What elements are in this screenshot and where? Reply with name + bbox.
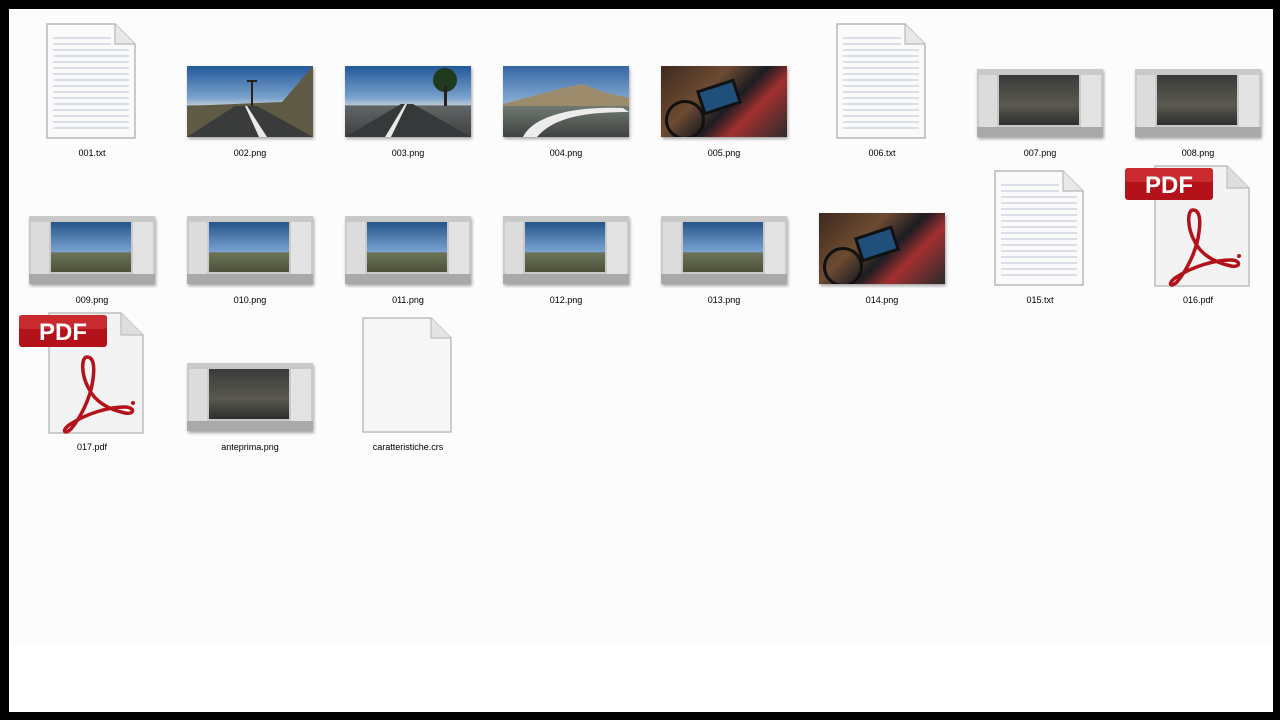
editor-screenshot-thumbnail: [661, 216, 787, 284]
file-name: 010.png: [233, 295, 267, 305]
bike-trainer-photo-thumbnail: [661, 66, 787, 137]
file-name: anteprima.png: [221, 442, 279, 452]
file-name: 002.png: [233, 148, 267, 158]
file-item-008-png[interactable]: 008.png: [1123, 15, 1273, 158]
pdf-badge-text: PDF: [39, 319, 87, 346]
editor-screenshot-thumbnail: [977, 69, 1103, 137]
file-item-009-png[interactable]: 009.png: [17, 162, 167, 305]
file-item-010-png[interactable]: 010.png: [175, 162, 325, 305]
file-name: 001.txt: [78, 148, 106, 158]
file-name: 006.txt: [868, 148, 896, 158]
file-item-011-png[interactable]: 011.png: [333, 162, 483, 305]
file-item-012-png[interactable]: 012.png: [491, 162, 641, 305]
file-name: 007.png: [1023, 148, 1057, 158]
file-item-005-png[interactable]: 005.png: [649, 15, 799, 158]
file-item-001-txt[interactable]: 001.txt: [17, 15, 167, 158]
file-item-003-png[interactable]: 003.png: [333, 15, 483, 158]
pdf-document-icon: PDF: [1125, 165, 1250, 287]
file-name: 013.png: [707, 295, 741, 305]
editor-screenshot-thumbnail: [503, 216, 629, 284]
blank-document-icon: [362, 317, 452, 433]
text-document-icon: [46, 23, 136, 139]
file-name: 004.png: [549, 148, 583, 158]
file-name: 003.png: [391, 148, 425, 158]
file-item-014-png[interactable]: 014.png: [807, 162, 957, 305]
editor-screenshot-thumbnail: [1135, 69, 1261, 137]
editor-screenshot-thumbnail: [187, 216, 313, 284]
bike-trainer-photo-thumbnail: [819, 213, 945, 284]
file-item-007-png[interactable]: 007.png: [965, 15, 1115, 158]
explorer-window: 001.txt 002.png 003.png 004.png 005.png …: [9, 9, 1273, 712]
file-item-016-pdf[interactable]: PDF 016.pdf: [1123, 162, 1273, 305]
road-thumbnail: [345, 66, 471, 137]
file-name: 017.pdf: [76, 442, 108, 452]
file-name: 008.png: [1181, 148, 1215, 158]
editor-screenshot-thumbnail: [187, 363, 313, 431]
editor-screenshot-thumbnail: [345, 216, 471, 284]
mountain-road-thumbnail: [503, 66, 629, 137]
file-item-006-txt[interactable]: 006.txt: [807, 15, 957, 158]
file-name: 016.pdf: [1182, 295, 1214, 305]
pdf-document-icon: PDF: [19, 312, 144, 434]
file-item-004-png[interactable]: 004.png: [491, 15, 641, 158]
file-item-017-pdf[interactable]: PDF 017.pdf: [17, 309, 167, 452]
file-name: caratteristiche.crs: [372, 442, 444, 452]
file-name: 005.png: [707, 148, 741, 158]
editor-screenshot-thumbnail: [29, 216, 155, 284]
road-thumbnail: [187, 66, 313, 137]
text-document-icon: [994, 170, 1084, 286]
file-item-anteprima-png[interactable]: anteprima.png: [175, 309, 325, 452]
file-name: 012.png: [549, 295, 583, 305]
file-name: 015.txt: [1026, 295, 1054, 305]
file-item-013-png[interactable]: 013.png: [649, 162, 799, 305]
file-item-caratteristiche-crs[interactable]: caratteristiche.crs: [333, 309, 483, 452]
text-document-icon: [836, 23, 926, 139]
file-item-002-png[interactable]: 002.png: [175, 15, 325, 158]
pdf-badge-text: PDF: [1145, 172, 1193, 199]
file-item-015-txt[interactable]: 015.txt: [965, 162, 1115, 305]
file-name: 014.png: [865, 295, 899, 305]
file-view: 001.txt 002.png 003.png 004.png 005.png …: [9, 9, 1273, 644]
file-name: 009.png: [75, 295, 109, 305]
file-name: 011.png: [392, 295, 424, 305]
